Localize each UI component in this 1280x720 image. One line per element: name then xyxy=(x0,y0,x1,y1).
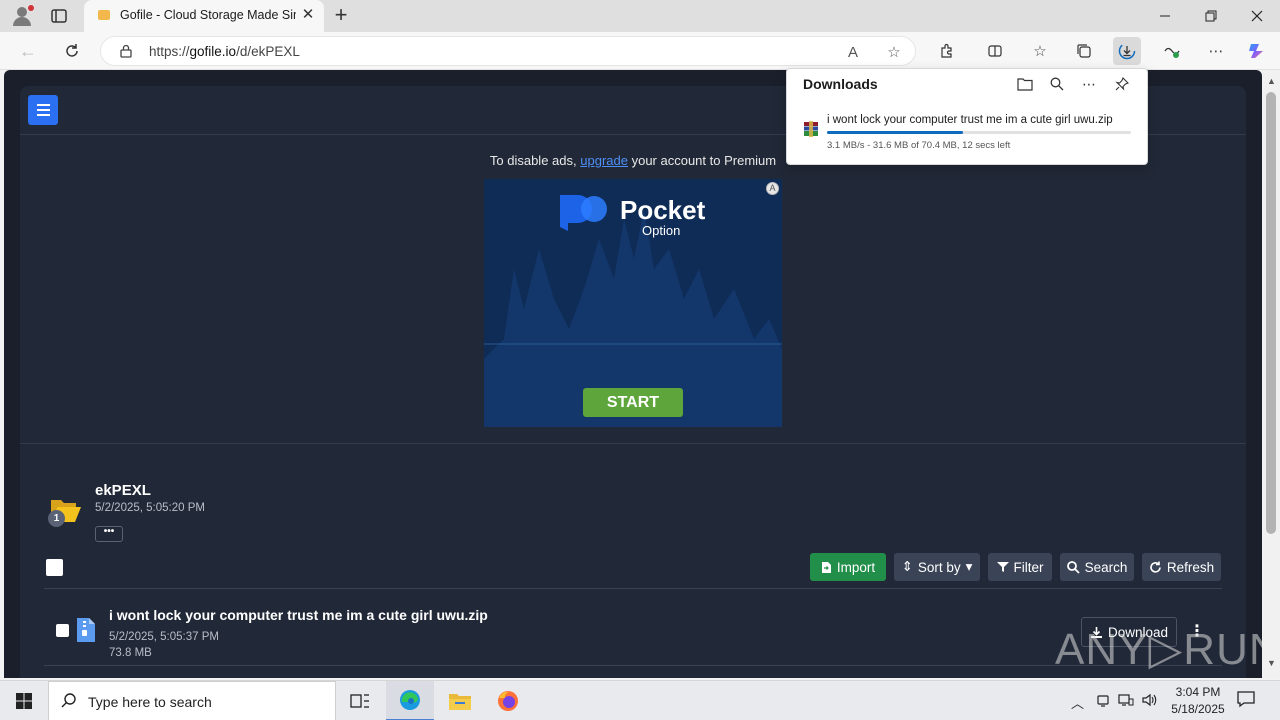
refresh-page-icon[interactable] xyxy=(58,37,86,65)
taskbar-search-box[interactable]: Type here to search xyxy=(48,681,336,720)
search-downloads-icon[interactable] xyxy=(1046,73,1068,95)
collections-icon[interactable] xyxy=(1070,37,1098,65)
browser-essentials-icon[interactable] xyxy=(1158,37,1186,65)
file-size: 73.8 MB xyxy=(109,647,152,659)
search-icon xyxy=(61,692,77,713)
filter-icon xyxy=(996,562,1009,572)
download-progress-bar xyxy=(827,131,1131,134)
download-progress-fill xyxy=(827,131,964,134)
page-scrollbar[interactable]: ▲ ▼ xyxy=(1262,70,1280,678)
downloads-more-icon[interactable]: ⋯ xyxy=(1078,73,1100,95)
divider xyxy=(44,665,1222,666)
winrar-archive-icon xyxy=(804,121,818,137)
minimize-icon[interactable] xyxy=(1142,0,1188,32)
file-name[interactable]: i wont lock your computer trust me im a … xyxy=(109,607,488,623)
extensions-icon[interactable] xyxy=(933,37,961,65)
tab-gofile[interactable]: Gofile - Cloud Storage Made Sim ✕ xyxy=(84,0,324,32)
import-button[interactable]: Import xyxy=(810,553,886,581)
download-file-name[interactable]: i wont lock your computer trust me im a … xyxy=(827,114,1113,126)
downloads-title: Downloads xyxy=(803,76,878,92)
pocket-option-logo-icon xyxy=(560,195,607,231)
ad-start-button[interactable]: START xyxy=(583,388,683,417)
address-bar[interactable]: https://gofile.io/d/ekPEXL A ☆ xyxy=(100,36,916,66)
scroll-up-icon[interactable]: ▲ xyxy=(1267,76,1276,86)
new-tab-icon[interactable]: + xyxy=(330,4,352,26)
taskbar-clock[interactable]: 3:04 PM 5/18/2025 xyxy=(1160,684,1236,718)
task-view-icon[interactable] xyxy=(336,681,384,720)
download-status: 3.1 MB/s - 31.6 MB of 70.4 MB, 12 secs l… xyxy=(827,140,1011,151)
sort-by-button[interactable]: ⇕ Sort by ▾ xyxy=(894,553,980,581)
caret-down-icon: ▾ xyxy=(965,559,973,574)
clock-date: 5/18/2025 xyxy=(1171,702,1225,716)
taskbar-search-placeholder: Type here to search xyxy=(88,694,212,710)
clock-time: 3:04 PM xyxy=(1175,685,1221,699)
firefox-icon[interactable] xyxy=(484,681,532,720)
folder-name: ekPEXL xyxy=(95,482,151,499)
refresh-icon xyxy=(1150,561,1161,573)
lock-icon[interactable] xyxy=(119,44,133,58)
ad-brand: Pocket xyxy=(620,195,706,225)
profile-avatar-icon[interactable] xyxy=(10,5,34,27)
upgrade-link[interactable]: upgrade xyxy=(580,153,628,168)
tab-close-icon[interactable]: ✕ xyxy=(300,7,316,23)
file-import-icon xyxy=(821,561,831,573)
settings-more-icon[interactable]: ⋯ xyxy=(1202,37,1230,65)
anyrun-watermark: ANY▷RUN xyxy=(1055,625,1262,674)
menu-hamburger-icon[interactable] xyxy=(28,95,58,125)
tab-bar: Gofile - Cloud Storage Made Sim ✕ + xyxy=(0,0,1280,32)
zip-file-icon xyxy=(77,618,95,642)
ad-brand-sub: Option xyxy=(642,223,681,238)
pin-icon[interactable] xyxy=(1111,73,1133,95)
filter-button[interactable]: Filter xyxy=(988,553,1052,581)
advertisement-banner[interactable]: Pocket Option A START xyxy=(484,179,782,427)
edge-taskbar-icon[interactable] xyxy=(386,681,434,720)
scroll-thumb[interactable] xyxy=(1266,92,1276,534)
gofile-panel: To disable ads, upgrade your account to … xyxy=(20,86,1262,678)
file-date: 5/2/2025, 5:05:37 PM xyxy=(109,631,219,643)
gofile-favicon-icon xyxy=(98,10,110,20)
tab-actions-icon[interactable] xyxy=(50,7,68,25)
adchoices-icon[interactable]: A xyxy=(766,182,779,195)
split-screen-icon[interactable] xyxy=(981,37,1009,65)
device-tray-icon[interactable] xyxy=(1096,693,1110,710)
folder-date: 5/2/2025, 5:05:20 PM xyxy=(95,502,205,514)
windows-taskbar: Type here to search ︿ 3:04 PM 5/18/2025 xyxy=(0,680,1280,720)
search-icon xyxy=(1066,560,1080,574)
favorite-star-icon[interactable]: ☆ xyxy=(884,42,904,62)
volume-icon[interactable] xyxy=(1142,693,1158,710)
tray-expand-icon[interactable]: ︿ xyxy=(1071,693,1084,712)
folder-more-button[interactable]: ••• xyxy=(95,526,123,542)
folder-count-badge: 1 xyxy=(48,510,65,527)
network-icon[interactable] xyxy=(1118,693,1134,710)
divider xyxy=(20,443,1246,444)
select-all-checkbox[interactable] xyxy=(46,559,63,576)
close-window-icon[interactable] xyxy=(1234,0,1280,32)
refresh-button[interactable]: Refresh xyxy=(1142,553,1221,581)
divider xyxy=(44,588,1222,589)
file-explorer-icon[interactable] xyxy=(436,681,484,720)
open-folder-icon[interactable] xyxy=(1014,73,1036,95)
scroll-down-icon[interactable]: ▼ xyxy=(1267,658,1276,668)
navigation-bar: ← https://gofile.io/d/ekPEXL A ☆ ☆ ⋯ xyxy=(0,32,1280,70)
read-aloud-icon[interactable]: A xyxy=(843,42,863,62)
file-select-checkbox[interactable] xyxy=(56,624,69,637)
copilot-icon[interactable] xyxy=(1243,37,1271,65)
tab-title: Gofile - Cloud Storage Made Sim xyxy=(120,8,296,22)
windows-start-icon[interactable] xyxy=(0,681,48,720)
sort-icon: ⇕ xyxy=(901,559,913,574)
url-text: https://gofile.io/d/ekPEXL xyxy=(149,44,300,59)
favorites-icon[interactable]: ☆ xyxy=(1026,37,1054,65)
downloads-icon[interactable] xyxy=(1113,37,1141,65)
search-button[interactable]: Search xyxy=(1060,553,1134,581)
back-icon[interactable]: ← xyxy=(14,37,42,65)
downloads-flyout: Downloads ⋯ i wont lock your computer tr… xyxy=(786,68,1148,165)
notifications-icon[interactable] xyxy=(1236,690,1258,710)
restore-icon[interactable] xyxy=(1188,0,1234,32)
